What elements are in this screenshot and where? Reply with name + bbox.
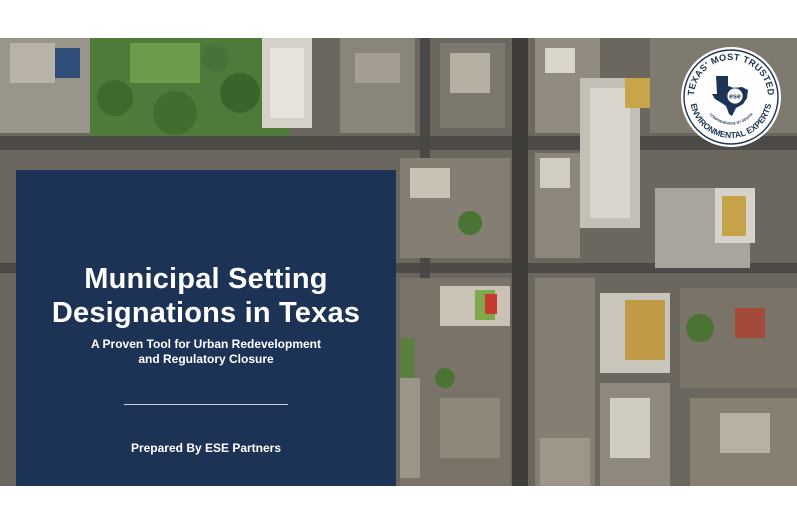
title-panel: Municipal Setting Designations in Texas …: [16, 170, 396, 486]
ese-badge-logo: TEXAS' MOST TRUSTED ENVIRONMENTAL EXPERT…: [681, 47, 781, 147]
slide-title: Municipal Setting Designations in Texas: [16, 262, 396, 330]
subtitle-line-1: A Proven Tool for Urban Redevelopment: [90, 337, 322, 351]
divider-line: [124, 404, 288, 405]
title-line-2: Designations in Texas: [51, 297, 361, 329]
title-line-1: Municipal Setting: [84, 263, 328, 295]
subtitle-line-2: and Regulatory Closure: [138, 352, 274, 366]
ese-logo-text: ese: [729, 94, 741, 101]
title-slide: Municipal Setting Designations in Texas …: [0, 38, 797, 486]
slide-subtitle: A Proven Tool for Urban Redevelopment an…: [16, 337, 396, 367]
prepared-by-text: Prepared By ESE Partners: [130, 441, 282, 455]
